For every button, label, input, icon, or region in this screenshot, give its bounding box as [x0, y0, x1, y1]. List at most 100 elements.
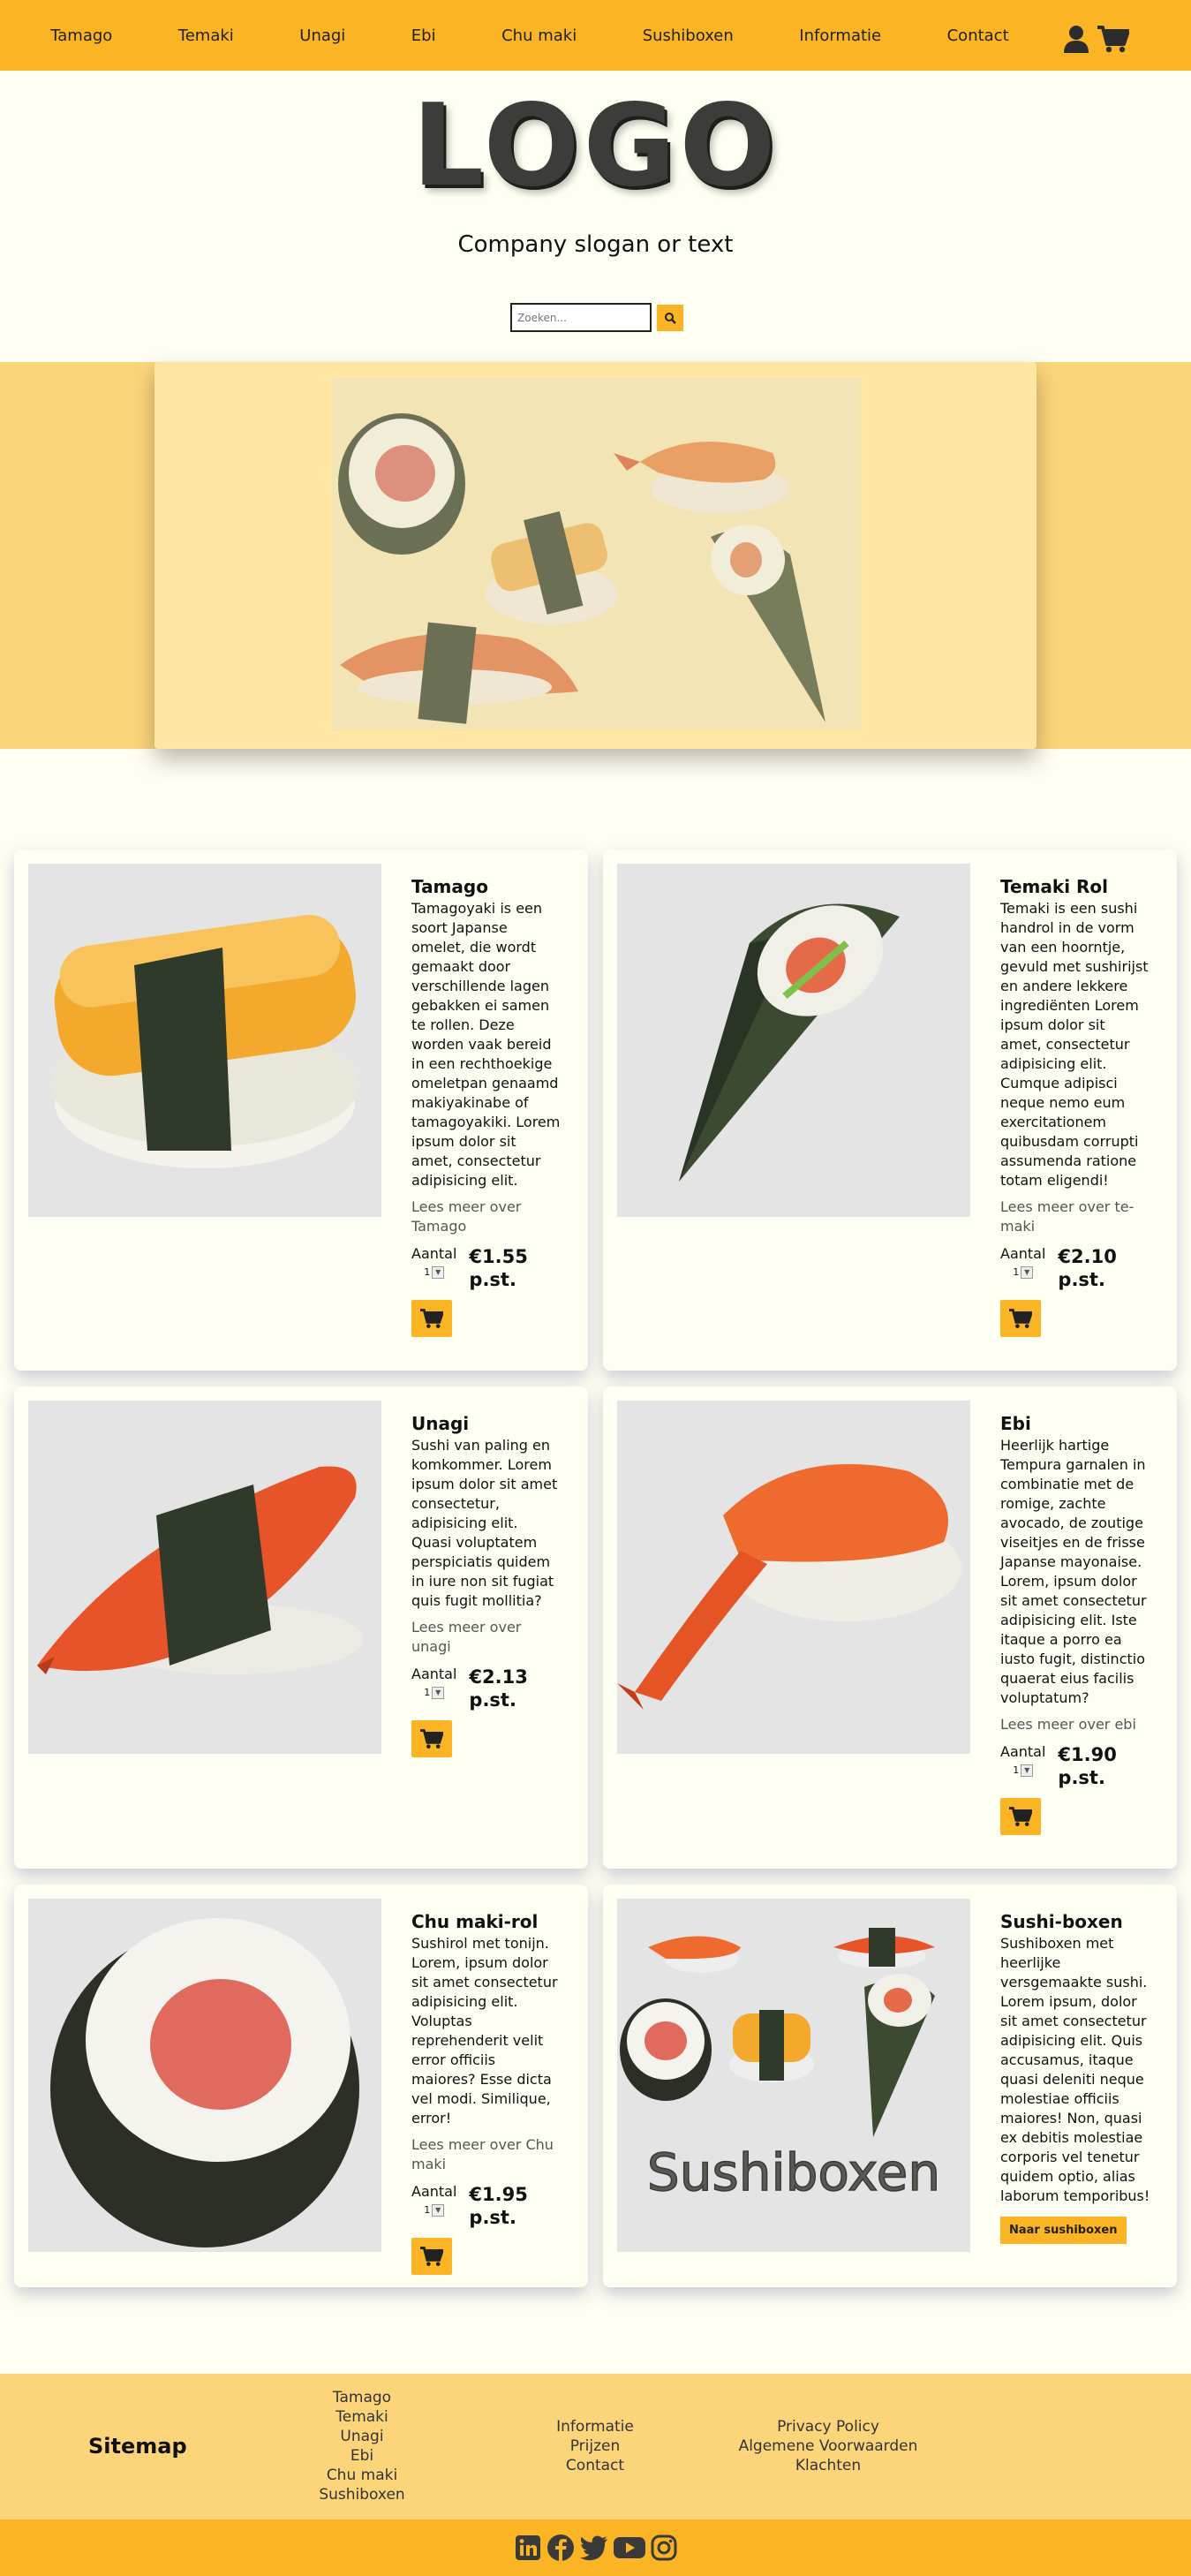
- product-price: €1.90 p.st.: [1058, 1744, 1117, 1788]
- read-more-link[interactable]: Lees meer over Tamago: [411, 1197, 562, 1236]
- logo[interactable]: LOGO: [0, 85, 1191, 208]
- order-row: Aantal 1 ▼ €1.55 p.st.: [411, 1245, 562, 1291]
- product-image-tamago: [28, 864, 381, 1217]
- facebook-icon[interactable]: [546, 2533, 576, 2563]
- nav-link-temaki[interactable]: Temaki: [178, 26, 234, 45]
- product-info: Unagi Sushi van paling en komkommer. Lor…: [411, 1413, 562, 1757]
- linkedin-icon[interactable]: [514, 2534, 542, 2562]
- hero-banner: [155, 362, 1036, 749]
- nav-link-ebi[interactable]: Ebi: [411, 26, 436, 45]
- footer-link[interactable]: Klachten: [722, 2456, 934, 2475]
- quantity-group: Aantal 1 ▼: [411, 1666, 456, 1711]
- product-price: €1.95 p.st.: [469, 2184, 528, 2228]
- footer-link[interactable]: Unagi: [300, 2427, 424, 2446]
- quantity-select[interactable]: 1 ▼: [1013, 1764, 1034, 1777]
- product-card-sushiboxen: Sushiboxen Sushi-boxen Sushiboxen met he…: [603, 1885, 1177, 2287]
- order-row: Aantal 1 ▼ €2.13 p.st.: [411, 1666, 562, 1711]
- footer-link[interactable]: Tamago: [300, 2388, 424, 2407]
- quantity-select[interactable]: 1 ▼: [424, 2203, 445, 2217]
- order-row: Aantal 1 ▼ €1.90 p.st.: [1000, 1743, 1150, 1789]
- product-info: Temaki Rol Temaki is een sushi handrol i…: [1000, 876, 1150, 1337]
- sushiboxen-image-text: Sushiboxen: [647, 2142, 940, 2202]
- product-image-sushiboxen: Sushiboxen: [617, 1899, 970, 2252]
- company-slogan: Company slogan or text: [457, 231, 734, 258]
- product-card-unagi: Unagi Sushi van paling en komkommer. Lor…: [14, 1386, 588, 1869]
- nav-link-informatie[interactable]: Informatie: [799, 26, 881, 45]
- product-name: Ebi: [1000, 1413, 1031, 1434]
- quantity-select[interactable]: 1 ▼: [1013, 1265, 1034, 1279]
- add-to-cart-button[interactable]: [411, 1300, 452, 1337]
- naar-sushiboxen-button[interactable]: Naar sushiboxen: [1000, 2217, 1127, 2244]
- nav-link-sushiboxen[interactable]: Sushiboxen: [643, 26, 734, 45]
- nav-link-chu-maki[interactable]: Chu maki: [501, 26, 577, 45]
- read-more-link[interactable]: Lees meer over Chu maki: [411, 2135, 562, 2174]
- product-name: Temaki Rol: [1000, 876, 1109, 897]
- footer-link[interactable]: Temaki: [300, 2407, 424, 2427]
- read-more-link[interactable]: Lees meer over te-maki: [1000, 1197, 1150, 1236]
- search-icon: [665, 312, 676, 324]
- nav-icons: [1064, 25, 1129, 53]
- product-description: Tamagoyaki is een soort Japanse omelet, …: [411, 900, 561, 1189]
- nav-links: Tamago Temaki Unagi Ebi Chu maki Sushibo…: [0, 26, 1042, 45]
- footer-link[interactable]: Sushiboxen: [300, 2485, 424, 2504]
- quantity-select[interactable]: 1 ▼: [424, 1265, 445, 1279]
- product-card-temaki: Temaki Rol Temaki is een sushi handrol i…: [603, 850, 1177, 1371]
- hero-ebi: [614, 442, 788, 513]
- footer-link[interactable]: Informatie: [533, 2417, 657, 2436]
- product-image-ebi: [617, 1401, 970, 1754]
- cart-icon: [420, 1309, 443, 1328]
- footer-link[interactable]: Algemene Voorwaarden: [722, 2436, 934, 2456]
- quantity-group: Aantal 1 ▼: [1000, 1245, 1045, 1291]
- hero-unagi: [340, 622, 578, 724]
- add-to-cart-button[interactable]: [411, 1720, 452, 1757]
- product-description: Temaki is een sushi handrol in de vorm v…: [1000, 900, 1149, 1189]
- product-name: Tamago: [411, 876, 488, 897]
- nav-link-contact[interactable]: Contact: [947, 26, 1009, 45]
- quantity-group: Aantal 1 ▼: [411, 2183, 456, 2229]
- footer-link[interactable]: Chu maki: [300, 2466, 424, 2485]
- quantity-label: Aantal: [411, 2183, 457, 2200]
- product-image-chu-maki: [28, 1899, 381, 2252]
- nav-link-tamago[interactable]: Tamago: [50, 26, 112, 45]
- twitter-icon[interactable]: [579, 2534, 609, 2562]
- product-description: Heerlijk hartige Tempura garnalen in com…: [1000, 1437, 1147, 1706]
- footer-link[interactable]: Privacy Policy: [722, 2417, 934, 2436]
- read-more-link[interactable]: Lees meer over ebi: [1000, 1715, 1150, 1734]
- product-info: Sushi-boxen Sushiboxen met heerlijke ver…: [1000, 1911, 1150, 2244]
- quantity-select[interactable]: 1 ▼: [424, 1686, 445, 1699]
- sitemap-title: Sitemap: [88, 2434, 187, 2459]
- instagram-icon[interactable]: [650, 2534, 678, 2562]
- quantity-value: 1: [1013, 1266, 1020, 1278]
- quantity-label: Aantal: [411, 1245, 457, 1262]
- quantity-label: Aantal: [1000, 1743, 1046, 1760]
- footer-col-products: Tamago Temaki Unagi Ebi Chu maki Sushibo…: [300, 2388, 424, 2504]
- hero-sushi-image: [331, 378, 861, 729]
- footer-link[interactable]: Prijzen: [533, 2436, 657, 2456]
- product-description: Sushirol met tonijn. Lorem, ipsum dolor …: [411, 1935, 558, 2127]
- social-bar: [0, 2519, 1191, 2576]
- hero-tamago: [486, 510, 618, 624]
- quantity-value: 1: [424, 2204, 431, 2216]
- nav-link-unagi[interactable]: Unagi: [299, 26, 345, 45]
- youtube-icon[interactable]: [613, 2534, 646, 2561]
- product-image-temaki: [617, 864, 970, 1217]
- cart-icon[interactable]: [1097, 25, 1129, 53]
- search-button[interactable]: [657, 304, 683, 331]
- footer-col-legal: Privacy Policy Algemene Voorwaarden Klac…: [722, 2417, 934, 2475]
- quantity-group: Aantal 1 ▼: [1000, 1743, 1045, 1789]
- product-name: Chu maki-rol: [411, 1911, 539, 1932]
- product-price: €1.55 p.st.: [469, 1246, 528, 1290]
- read-more-link[interactable]: Lees meer over unagi: [411, 1618, 562, 1657]
- footer-col-info: Informatie Prijzen Contact: [533, 2417, 657, 2475]
- product-card-ebi: Ebi Heerlijk hartige Tempura garnalen in…: [603, 1386, 1177, 1869]
- add-to-cart-button[interactable]: [1000, 1798, 1041, 1835]
- footer: Sitemap Tamago Temaki Unagi Ebi Chu maki…: [0, 2374, 1191, 2519]
- footer-link[interactable]: Ebi: [300, 2446, 424, 2466]
- add-to-cart-button[interactable]: [1000, 1300, 1041, 1337]
- user-icon[interactable]: [1064, 25, 1089, 53]
- product-description: Sushiboxen met heerlijke versgemaakte su…: [1000, 1935, 1150, 2204]
- footer-link[interactable]: Contact: [533, 2456, 657, 2475]
- hero-chumaki: [338, 413, 465, 555]
- add-to-cart-button[interactable]: [411, 2238, 452, 2275]
- search-input[interactable]: [510, 303, 652, 332]
